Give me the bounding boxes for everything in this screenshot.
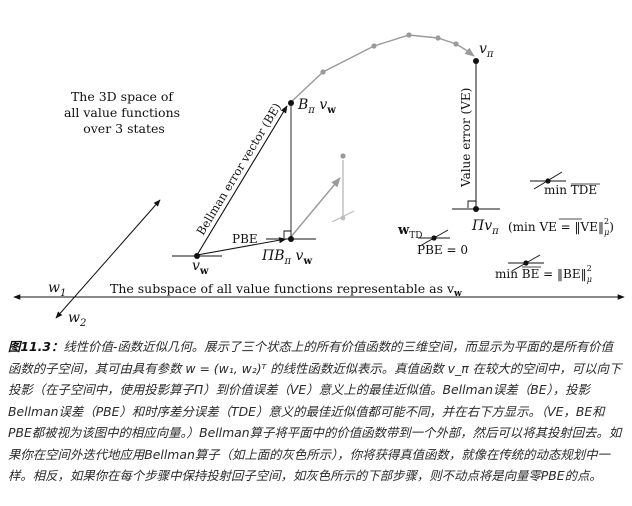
value-function-geometry-diagram: Bellman error vector (BE) PBE Value erro… [13, 32, 625, 329]
w-td-point [431, 235, 437, 241]
figure-caption: 图11.3：线性价值-函数近似几何。展示了三个状态上的所有价值函数的三维空间，而… [8, 336, 624, 487]
iteration-dot-2 [371, 43, 377, 49]
v-pi-point [473, 58, 479, 64]
bellman-iteration-arrow [464, 47, 475, 57]
iteration-dot-5 [453, 41, 459, 47]
caption-text: 线性价值-函数近似几何。展示了三个状态上的所有价值函数的三维空间，而显示为平面的… [8, 339, 622, 483]
pi-v-point [473, 206, 479, 212]
iteration-dot-1 [320, 69, 326, 75]
projected-step-dot [340, 153, 346, 159]
w-td-label: wTD [397, 223, 422, 241]
w2-label: w2 [68, 310, 86, 329]
pi-b-point [288, 236, 294, 242]
be-label: Bellman error vector (BE) [194, 101, 284, 238]
iteration-dot-3 [406, 32, 412, 38]
pi-b-pi-v-w-label: ΠBπ vw [261, 248, 312, 267]
min-ve-label: (min VE = ‖VE‖2 μ) [508, 217, 614, 237]
be-min-point [523, 260, 529, 266]
space-label-line-1: The 3D space of [71, 89, 174, 104]
b-pi-v-w-label: Bπ vw [297, 97, 336, 116]
min-tde-label: min TDE [544, 183, 597, 197]
pbe-zero-label: PBE = 0 [417, 243, 468, 257]
subspace-label: The subspace of all value functions repr… [110, 281, 462, 299]
iteration-dot-4 [435, 35, 441, 41]
w1-label: w1 [48, 280, 66, 299]
ve-label: Value error (VE) [459, 88, 473, 188]
projected-step-arrow [289, 177, 341, 239]
space-label-line-2: all value functions [64, 105, 180, 120]
w2-axis-line [55, 199, 161, 319]
pi-v-pi-label: Πvπ [471, 218, 499, 237]
bellman-iteration-path [289, 34, 467, 104]
v-pi-label: vπ [479, 41, 494, 60]
projected-step-foot [340, 215, 346, 221]
b-pi-v-point [288, 100, 294, 106]
min-be-label: min BE = ‖BE‖2 μ [495, 264, 592, 284]
pbe-label: PBE [232, 232, 258, 246]
space-label: The 3D space of all value functions over… [64, 89, 184, 136]
space-label-line-3: over 3 states [83, 121, 165, 136]
caption-label: 图11.3： [8, 339, 64, 354]
v-w-label: vw [192, 258, 209, 277]
